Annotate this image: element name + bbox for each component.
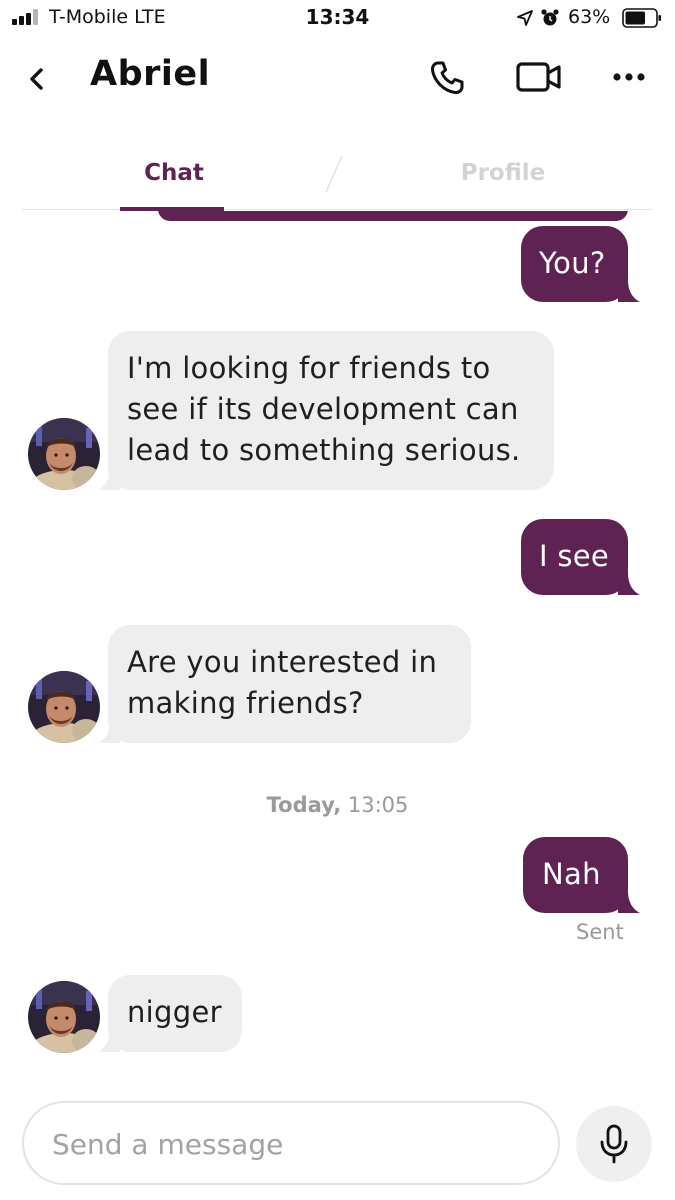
- chat-profile-tabs: Chat Profile: [22, 150, 653, 211]
- message-text: nigger: [127, 995, 222, 1029]
- microphone-icon: [600, 1124, 628, 1164]
- bubble-tail: [618, 280, 640, 302]
- more-dots-icon: [613, 73, 645, 81]
- chevron-left-icon: [30, 68, 43, 90]
- bubble-tail: [98, 1030, 120, 1052]
- message-list[interactable]: You? I'm looking for friends to see if i…: [0, 211, 675, 1091]
- avatar[interactable]: [28, 418, 100, 490]
- date-separator-time: 13:05: [347, 793, 409, 817]
- message-bubble-outgoing: [158, 211, 628, 221]
- message-text: Nah: [542, 857, 601, 891]
- bubble-tail: [98, 468, 120, 490]
- message-bubble-incoming[interactable]: I'm looking for friends to see if its de…: [108, 331, 554, 490]
- message-bubble-outgoing[interactable]: Nah: [523, 837, 628, 913]
- message-bubble-outgoing[interactable]: I see: [521, 519, 628, 595]
- message-status: Sent: [576, 920, 624, 944]
- tab-profile[interactable]: Profile: [420, 160, 586, 186]
- date-separator: Today, 13:05: [0, 793, 675, 817]
- date-separator-day: Today,: [266, 793, 342, 817]
- bubble-tail: [618, 573, 640, 595]
- alarm-clock-icon: [541, 9, 559, 26]
- message-text: I see: [539, 539, 610, 573]
- profile-photo: [28, 418, 100, 490]
- location-arrow-icon: [517, 10, 533, 26]
- message-bubble-incoming[interactable]: nigger: [108, 975, 242, 1052]
- message-bubble-incoming[interactable]: Are you interested in making friends?: [108, 625, 471, 743]
- avatar[interactable]: [28, 981, 100, 1053]
- message-text: Are you interested in making friends?: [127, 645, 438, 720]
- voice-message-button[interactable]: [576, 1106, 652, 1182]
- bubble-tail: [618, 891, 640, 913]
- more-options-button[interactable]: [609, 60, 649, 94]
- battery-percentage: 63%: [568, 6, 611, 28]
- tab-chat[interactable]: Chat: [120, 160, 228, 186]
- chat-header: Abriel: [0, 48, 675, 108]
- video-call-button[interactable]: [515, 60, 563, 94]
- message-input[interactable]: [52, 1119, 532, 1169]
- tab-divider: [325, 155, 343, 193]
- battery-icon: [622, 8, 661, 28]
- phone-call-button[interactable]: [427, 58, 467, 98]
- message-bubble-outgoing[interactable]: You?: [521, 226, 628, 302]
- phone-icon: [430, 61, 464, 95]
- back-button[interactable]: [22, 62, 52, 96]
- status-bar: T-Mobile LTE 13:34 63%: [0, 0, 675, 38]
- message-text: You?: [539, 246, 606, 280]
- profile-photo: [28, 671, 100, 743]
- avatar[interactable]: [28, 671, 100, 743]
- video-camera-icon: [516, 62, 561, 92]
- contact-name: Abriel: [90, 54, 211, 94]
- message-composer[interactable]: [22, 1101, 560, 1185]
- bubble-tail: [98, 721, 120, 743]
- profile-photo: [28, 981, 100, 1053]
- message-text: I'm looking for friends to see if its de…: [127, 351, 521, 467]
